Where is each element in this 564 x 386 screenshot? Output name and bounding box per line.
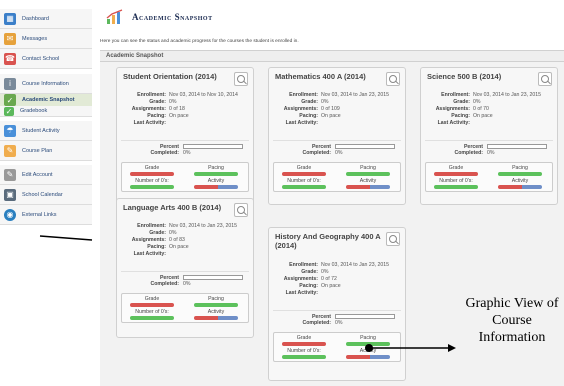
arrow-head-icon — [448, 344, 456, 352]
annotation-label: Graphic View of Course Information — [465, 296, 559, 345]
annotation-line-left — [39, 235, 93, 241]
